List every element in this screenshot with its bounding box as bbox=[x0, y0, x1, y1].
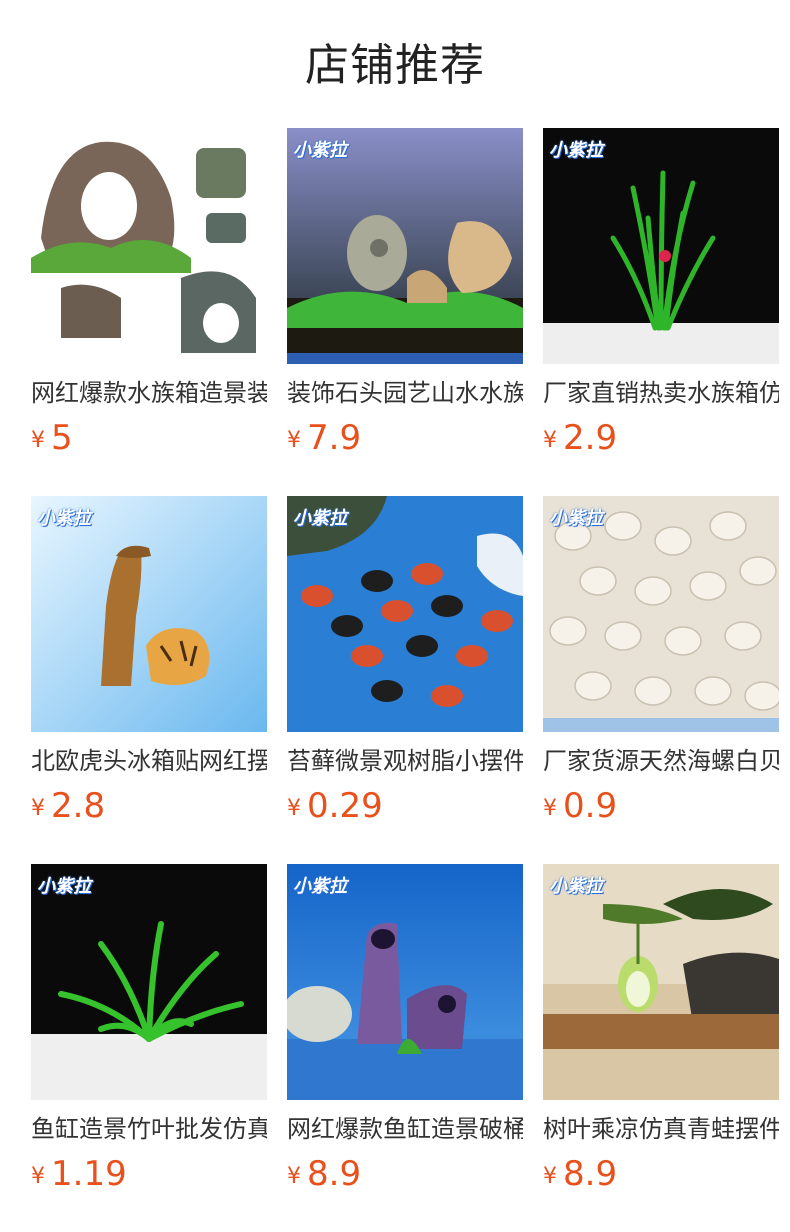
product-image[interactable]: 小紫拉 bbox=[543, 496, 779, 732]
product-image[interactable]: 小紫拉 bbox=[287, 496, 523, 732]
product-card[interactable]: 小紫拉 苔藓微景观树脂小摆件 ¥0.29 bbox=[287, 496, 523, 836]
currency-symbol: ¥ bbox=[543, 428, 557, 453]
brand-logo: 小紫拉 bbox=[549, 140, 603, 161]
product-price: ¥8.9 bbox=[287, 1154, 361, 1194]
product-name[interactable]: 鱼缸造景竹叶批发仿真 bbox=[31, 1112, 267, 1146]
price-value: 7.9 bbox=[307, 418, 362, 458]
price-value: 2.9 bbox=[563, 418, 618, 458]
currency-symbol: ¥ bbox=[31, 1164, 45, 1189]
product-price: ¥1.19 bbox=[31, 1154, 127, 1194]
brand-logo: 小紫拉 bbox=[37, 508, 91, 529]
brand-logo: 小紫拉 bbox=[549, 508, 603, 529]
product-image[interactable]: 小紫拉 bbox=[31, 864, 267, 1100]
currency-symbol: ¥ bbox=[31, 796, 45, 821]
price-value: 0.29 bbox=[307, 786, 383, 826]
product-price: ¥5 bbox=[31, 418, 73, 458]
currency-symbol: ¥ bbox=[287, 428, 301, 453]
product-name[interactable]: 网红爆款鱼缸造景破桶 bbox=[287, 1112, 523, 1146]
product-card[interactable]: 小紫拉 鱼缸造景竹叶批发仿真 ¥1.19 bbox=[31, 864, 267, 1204]
currency-symbol: ¥ bbox=[31, 428, 45, 453]
brand-logo: 小紫拉 bbox=[37, 876, 91, 897]
price-value: 8.9 bbox=[307, 1154, 362, 1194]
product-image[interactable]: 小紫拉 bbox=[287, 128, 523, 364]
product-name[interactable]: 树叶乘凉仿真青蛙摆件 bbox=[543, 1112, 779, 1146]
product-price: ¥7.9 bbox=[287, 418, 361, 458]
product-price: ¥2.9 bbox=[543, 418, 617, 458]
product-image[interactable]: 小紫拉 bbox=[31, 496, 267, 732]
brand-logo: 小紫拉 bbox=[293, 876, 347, 897]
price-value: 1.19 bbox=[51, 1154, 127, 1194]
product-card[interactable]: 网红爆款水族箱造景装饰 ¥5 bbox=[31, 128, 267, 468]
currency-symbol: ¥ bbox=[287, 796, 301, 821]
product-card[interactable]: 小紫拉 厂家直销热卖水族箱仿真 ¥2.9 bbox=[543, 128, 779, 468]
brand-logo: 小紫拉 bbox=[549, 876, 603, 897]
product-price: ¥8.9 bbox=[543, 1154, 617, 1194]
product-price: ¥0.9 bbox=[543, 786, 617, 826]
product-image[interactable]: 小紫拉 bbox=[287, 864, 523, 1100]
product-name[interactable]: 装饰石头园艺山水水族 bbox=[287, 376, 523, 410]
product-name[interactable]: 苔藓微景观树脂小摆件 bbox=[287, 744, 523, 778]
currency-symbol: ¥ bbox=[543, 796, 557, 821]
product-card[interactable]: 小紫拉 厂家货源天然海螺白贝壳 ¥0.9 bbox=[543, 496, 779, 836]
page-title: 店铺推荐 bbox=[305, 40, 485, 91]
price-value: 5 bbox=[51, 418, 73, 458]
product-price: ¥2.8 bbox=[31, 786, 105, 826]
product-image[interactable] bbox=[31, 128, 267, 364]
product-price: ¥0.29 bbox=[287, 786, 383, 826]
product-name[interactable]: 北欧虎头冰箱贴网红摆件 bbox=[31, 744, 267, 778]
currency-symbol: ¥ bbox=[287, 1164, 301, 1189]
brand-logo: 小紫拉 bbox=[293, 508, 347, 529]
product-image[interactable]: 小紫拉 bbox=[543, 128, 779, 364]
product-image[interactable]: 小紫拉 bbox=[543, 864, 779, 1100]
currency-symbol: ¥ bbox=[543, 1164, 557, 1189]
price-value: 8.9 bbox=[563, 1154, 618, 1194]
product-card[interactable]: 小紫拉 网红爆款鱼缸造景破桶 ¥8.9 bbox=[287, 864, 523, 1204]
price-value: 2.8 bbox=[51, 786, 106, 826]
product-card[interactable]: 小紫拉 北欧虎头冰箱贴网红摆件 ¥2.8 bbox=[31, 496, 267, 836]
brand-logo: 小紫拉 bbox=[293, 140, 347, 161]
product-name[interactable]: 网红爆款水族箱造景装饰 bbox=[31, 376, 267, 410]
product-name[interactable]: 厂家直销热卖水族箱仿真 bbox=[543, 376, 779, 410]
product-card[interactable]: 小紫拉 树叶乘凉仿真青蛙摆件 ¥8.9 bbox=[543, 864, 779, 1204]
product-card[interactable]: 小紫拉 装饰石头园艺山水水族 ¥7.9 bbox=[287, 128, 523, 468]
price-value: 0.9 bbox=[563, 786, 618, 826]
product-name[interactable]: 厂家货源天然海螺白贝壳 bbox=[543, 744, 779, 778]
